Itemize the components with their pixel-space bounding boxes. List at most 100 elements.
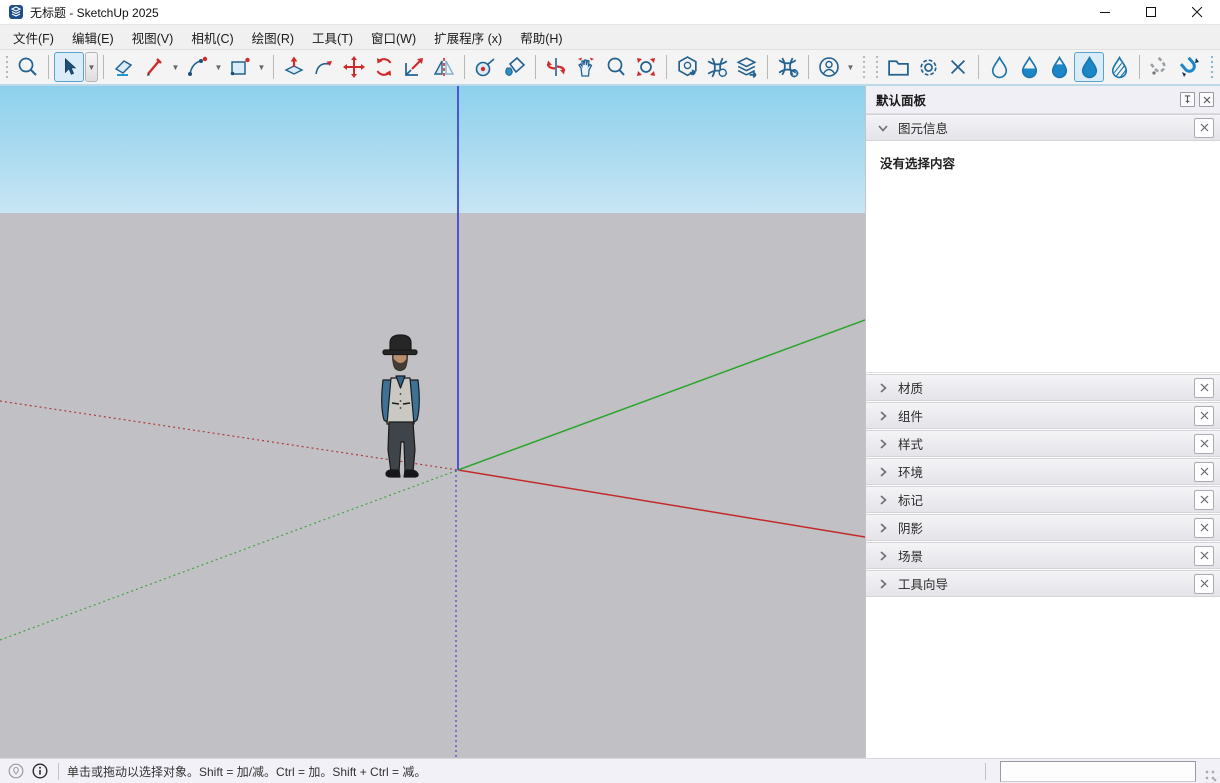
close-icon	[1200, 495, 1209, 504]
toolbar-grip[interactable]	[3, 54, 10, 80]
minimize-button[interactable]	[1082, 0, 1128, 24]
3d-viewport[interactable]	[0, 86, 865, 758]
section-styles[interactable]: 样式	[866, 430, 1220, 457]
toolbar: ▼ ▼ ▼	[0, 50, 1220, 86]
section-close-button[interactable]	[1194, 462, 1214, 482]
settings-button[interactable]	[913, 52, 943, 82]
maximize-button[interactable]	[1128, 0, 1174, 24]
flip-tool-button[interactable]	[429, 52, 459, 82]
paint-bucket-icon	[503, 55, 527, 79]
droplet-full-button[interactable]	[1074, 52, 1104, 82]
magnet-on-button[interactable]	[1175, 52, 1205, 82]
menu-bar: 文件(F) 编辑(E) 视图(V) 相机(C) 绘图(R) 工具(T) 窗口(W…	[0, 25, 1220, 50]
info-icon[interactable]	[32, 763, 48, 779]
extension-warehouse-icon	[776, 55, 801, 80]
menu-extensions[interactable]: 扩展程序 (x)	[425, 25, 511, 50]
section-shadows[interactable]: 阴影	[866, 514, 1220, 541]
3d-warehouse-button[interactable]	[672, 52, 702, 82]
line-tool-dropdown[interactable]: ▼	[169, 52, 182, 82]
menu-edit[interactable]: 编辑(E)	[63, 25, 123, 50]
window-resize-grip[interactable]	[1198, 763, 1218, 783]
close-button[interactable]	[1174, 0, 1220, 24]
line-tool-button[interactable]	[139, 52, 169, 82]
close-icon	[1200, 123, 1209, 132]
panel-pin-button[interactable]	[1180, 92, 1195, 107]
select-tool-button[interactable]	[54, 52, 84, 82]
section-close-button[interactable]	[1194, 546, 1214, 566]
rotate-tool-button[interactable]	[369, 52, 399, 82]
arc-tool-dropdown[interactable]: ▼	[212, 52, 225, 82]
menu-camera[interactable]: 相机(C)	[182, 25, 242, 50]
droplet-empty-icon	[987, 55, 1012, 80]
toolbar-grip[interactable]	[860, 54, 867, 80]
section-components[interactable]: 组件	[866, 402, 1220, 429]
toolbar-grip[interactable]	[1208, 54, 1215, 80]
folder-button[interactable]	[883, 52, 913, 82]
section-close-button[interactable]	[1194, 406, 1214, 426]
menu-help[interactable]: 帮助(H)	[511, 25, 571, 50]
section-close-button[interactable]	[1194, 518, 1214, 538]
close-tool-button[interactable]	[943, 52, 973, 82]
follow-me-tool-button[interactable]	[309, 52, 339, 82]
menu-file[interactable]: 文件(F)	[4, 25, 63, 50]
droplet-half-button[interactable]	[1014, 52, 1044, 82]
zoom-extents-button[interactable]	[631, 52, 661, 82]
geolocation-icon[interactable]	[8, 763, 24, 779]
scale-figure-person	[382, 335, 420, 477]
shape-tool-dropdown[interactable]: ▼	[255, 52, 268, 82]
section-tags[interactable]: 标记	[866, 486, 1220, 513]
section-environment[interactable]: 环境	[866, 458, 1220, 485]
zoom-tool-button[interactable]	[601, 52, 631, 82]
paint-bucket-tool-button[interactable]	[500, 52, 530, 82]
chevron-right-icon	[876, 521, 890, 535]
entity-info-header[interactable]: 图元信息	[866, 114, 1220, 141]
droplet-most-button[interactable]	[1044, 52, 1074, 82]
tape-measure-tool-button[interactable]	[470, 52, 500, 82]
move-tool-button[interactable]	[339, 52, 369, 82]
account-dropdown[interactable]: ▼	[844, 52, 857, 82]
droplet-empty-button[interactable]	[984, 52, 1014, 82]
close-icon	[1200, 579, 1209, 588]
section-close-button[interactable]	[1194, 378, 1214, 398]
magnet-off-button[interactable]	[1145, 52, 1175, 82]
push-pull-tool-button[interactable]	[279, 52, 309, 82]
share-model-button[interactable]	[702, 52, 732, 82]
shape-tool-button[interactable]	[225, 52, 255, 82]
menu-tools[interactable]: 工具(T)	[303, 25, 362, 50]
orbit-tool-button[interactable]	[541, 52, 571, 82]
eraser-tool-button[interactable]	[109, 52, 139, 82]
scale-icon	[402, 55, 426, 79]
menu-view[interactable]: 视图(V)	[123, 25, 183, 50]
drawing-axes	[0, 86, 865, 757]
section-instructor[interactable]: 工具向导	[866, 570, 1220, 597]
select-tool-dropdown[interactable]: ▼	[85, 52, 98, 82]
section-close-button[interactable]	[1194, 490, 1214, 510]
menu-window[interactable]: 窗口(W)	[362, 25, 425, 50]
section-close-button[interactable]	[1194, 434, 1214, 454]
orbit-icon	[544, 55, 568, 79]
section-scenes[interactable]: 场景	[866, 542, 1220, 569]
section-close-button[interactable]	[1194, 574, 1214, 594]
green-axis-dotted	[0, 470, 458, 640]
share-component-button[interactable]	[732, 52, 762, 82]
green-axis	[458, 320, 865, 470]
chevron-right-icon	[876, 381, 890, 395]
measurement-input[interactable]	[1000, 761, 1196, 782]
pan-tool-button[interactable]	[571, 52, 601, 82]
entity-info-close-button[interactable]	[1194, 118, 1214, 138]
extension-warehouse-button[interactable]	[773, 52, 803, 82]
droplet-striped-button[interactable]	[1104, 52, 1134, 82]
menu-draw[interactable]: 绘图(R)	[243, 25, 303, 50]
red-axis	[458, 470, 865, 537]
arc-tool-button[interactable]	[182, 52, 212, 82]
panel-close-button[interactable]	[1199, 92, 1214, 107]
search-button[interactable]	[13, 52, 43, 82]
select-arrow-icon	[58, 56, 80, 78]
toolbar-grip[interactable]	[873, 54, 880, 80]
entity-info-content: 没有选择内容	[866, 141, 1220, 373]
follow-me-icon	[312, 55, 336, 79]
scale-tool-button[interactable]	[399, 52, 429, 82]
section-materials[interactable]: 材质	[866, 374, 1220, 401]
chevron-down-icon	[876, 121, 890, 135]
account-button[interactable]	[814, 52, 844, 82]
